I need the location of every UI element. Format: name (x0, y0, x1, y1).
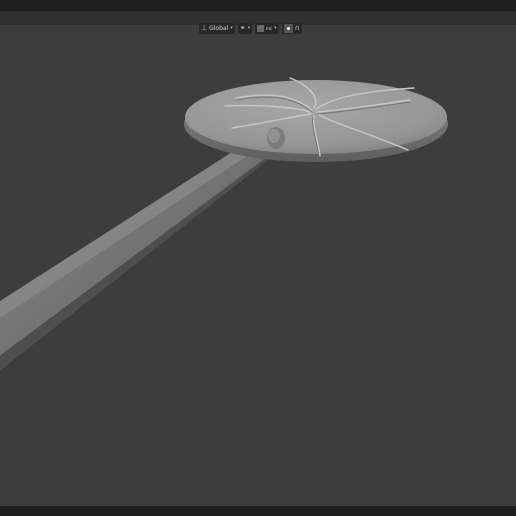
top-bar (0, 0, 516, 11)
3d-viewport[interactable] (0, 25, 516, 506)
status-bar (0, 506, 516, 516)
viewport-header: ⊥ Global ▾ ⚭ ▾ Inc ▾ ∩ (0, 11, 516, 34)
lollipop-mesh (0, 77, 448, 371)
